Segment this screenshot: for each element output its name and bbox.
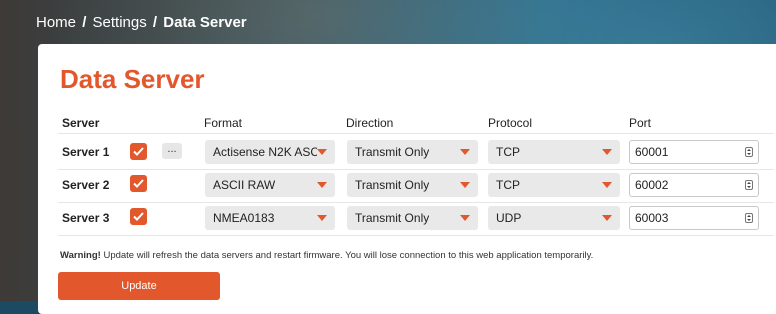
server-3-enabled-checkbox[interactable] [130, 208, 147, 225]
warning-label: Warning! [60, 250, 101, 261]
server-3-format-value: NMEA0183 [213, 211, 275, 225]
breadcrumb-home[interactable]: Home [36, 14, 76, 31]
stepper-icon[interactable] [745, 180, 753, 190]
breadcrumb-separator: / [82, 14, 87, 31]
chevron-down-icon [317, 215, 327, 221]
server-2-enabled-checkbox[interactable] [130, 175, 147, 192]
breadcrumb: Home / Settings / Data Server [36, 14, 247, 31]
server-3-direction-value: Transmit Only [355, 211, 430, 225]
chevron-down-icon [460, 182, 470, 188]
warning-message: Warning! Update will refresh the data se… [60, 250, 593, 261]
server-2-protocol-select[interactable]: TCP [488, 173, 620, 197]
update-button[interactable]: Update [58, 272, 220, 300]
server-2-format-value: ASCII RAW [213, 178, 276, 192]
server-2-port-input[interactable]: 60002 [629, 173, 759, 197]
server-2-direction-select[interactable]: Transmit Only [347, 173, 478, 197]
server-1-more-button[interactable]: ... [162, 143, 182, 159]
column-header-server: Server [62, 116, 100, 130]
divider [58, 202, 774, 203]
divider [58, 133, 774, 134]
server-1-protocol-select[interactable]: TCP [488, 140, 620, 164]
server-3-port-input[interactable]: 60003 [629, 206, 759, 230]
server-2-format-select[interactable]: ASCII RAW [205, 173, 335, 197]
checkmark-icon [133, 212, 144, 221]
server-2-protocol-value: TCP [496, 178, 520, 192]
column-header-direction: Direction [346, 116, 394, 130]
server-1-protocol-value: TCP [496, 145, 520, 159]
server-1-port-input[interactable]: 60001 [629, 140, 759, 164]
data-server-card: Data Server Server Format Direction Prot… [38, 44, 776, 314]
column-header-protocol: Protocol [488, 116, 533, 130]
breadcrumb-settings[interactable]: Settings [93, 14, 147, 31]
server-3-port-value: 60003 [635, 211, 669, 225]
checkmark-icon [133, 147, 144, 156]
page-title: Data Server [60, 64, 205, 94]
stepper-icon[interactable] [745, 147, 753, 157]
server-1-enabled-checkbox[interactable] [130, 143, 147, 160]
server-1-direction-value: Transmit Only [355, 145, 430, 159]
server-1-direction-select[interactable]: Transmit Only [347, 140, 478, 164]
chevron-down-icon [602, 215, 612, 221]
server-3-protocol-select[interactable]: UDP [488, 206, 620, 230]
chevron-down-icon [317, 182, 327, 188]
server-3-format-select[interactable]: NMEA0183 [205, 206, 335, 230]
server-2-direction-value: Transmit Only [355, 178, 430, 192]
column-header-format: Format [204, 116, 243, 130]
server-1-format-value: Actisense N2K ASCII [213, 145, 317, 159]
chevron-down-icon [602, 149, 612, 155]
breadcrumb-current: Data Server [163, 14, 247, 31]
checkmark-icon [133, 179, 144, 188]
server-1-format-select[interactable]: Actisense N2K ASCII [205, 140, 335, 164]
chevron-down-icon [460, 215, 470, 221]
server-3-protocol-value: UDP [496, 211, 522, 225]
server-1-port-value: 60001 [635, 145, 669, 159]
server-3-direction-select[interactable]: Transmit Only [347, 206, 478, 230]
server-1-label: Server 1 [62, 145, 110, 159]
warning-text: Update will refresh the data servers and… [100, 250, 594, 261]
chevron-down-icon [460, 149, 470, 155]
chevron-down-icon [317, 149, 327, 155]
stepper-icon[interactable] [745, 213, 753, 223]
server-2-port-value: 60002 [635, 178, 669, 192]
breadcrumb-separator: / [152, 14, 158, 31]
server-3-label: Server 3 [62, 211, 110, 225]
column-header-port: Port [629, 116, 652, 130]
divider [58, 235, 774, 236]
divider [58, 169, 774, 170]
chevron-down-icon [602, 182, 612, 188]
server-2-label: Server 2 [62, 178, 110, 192]
